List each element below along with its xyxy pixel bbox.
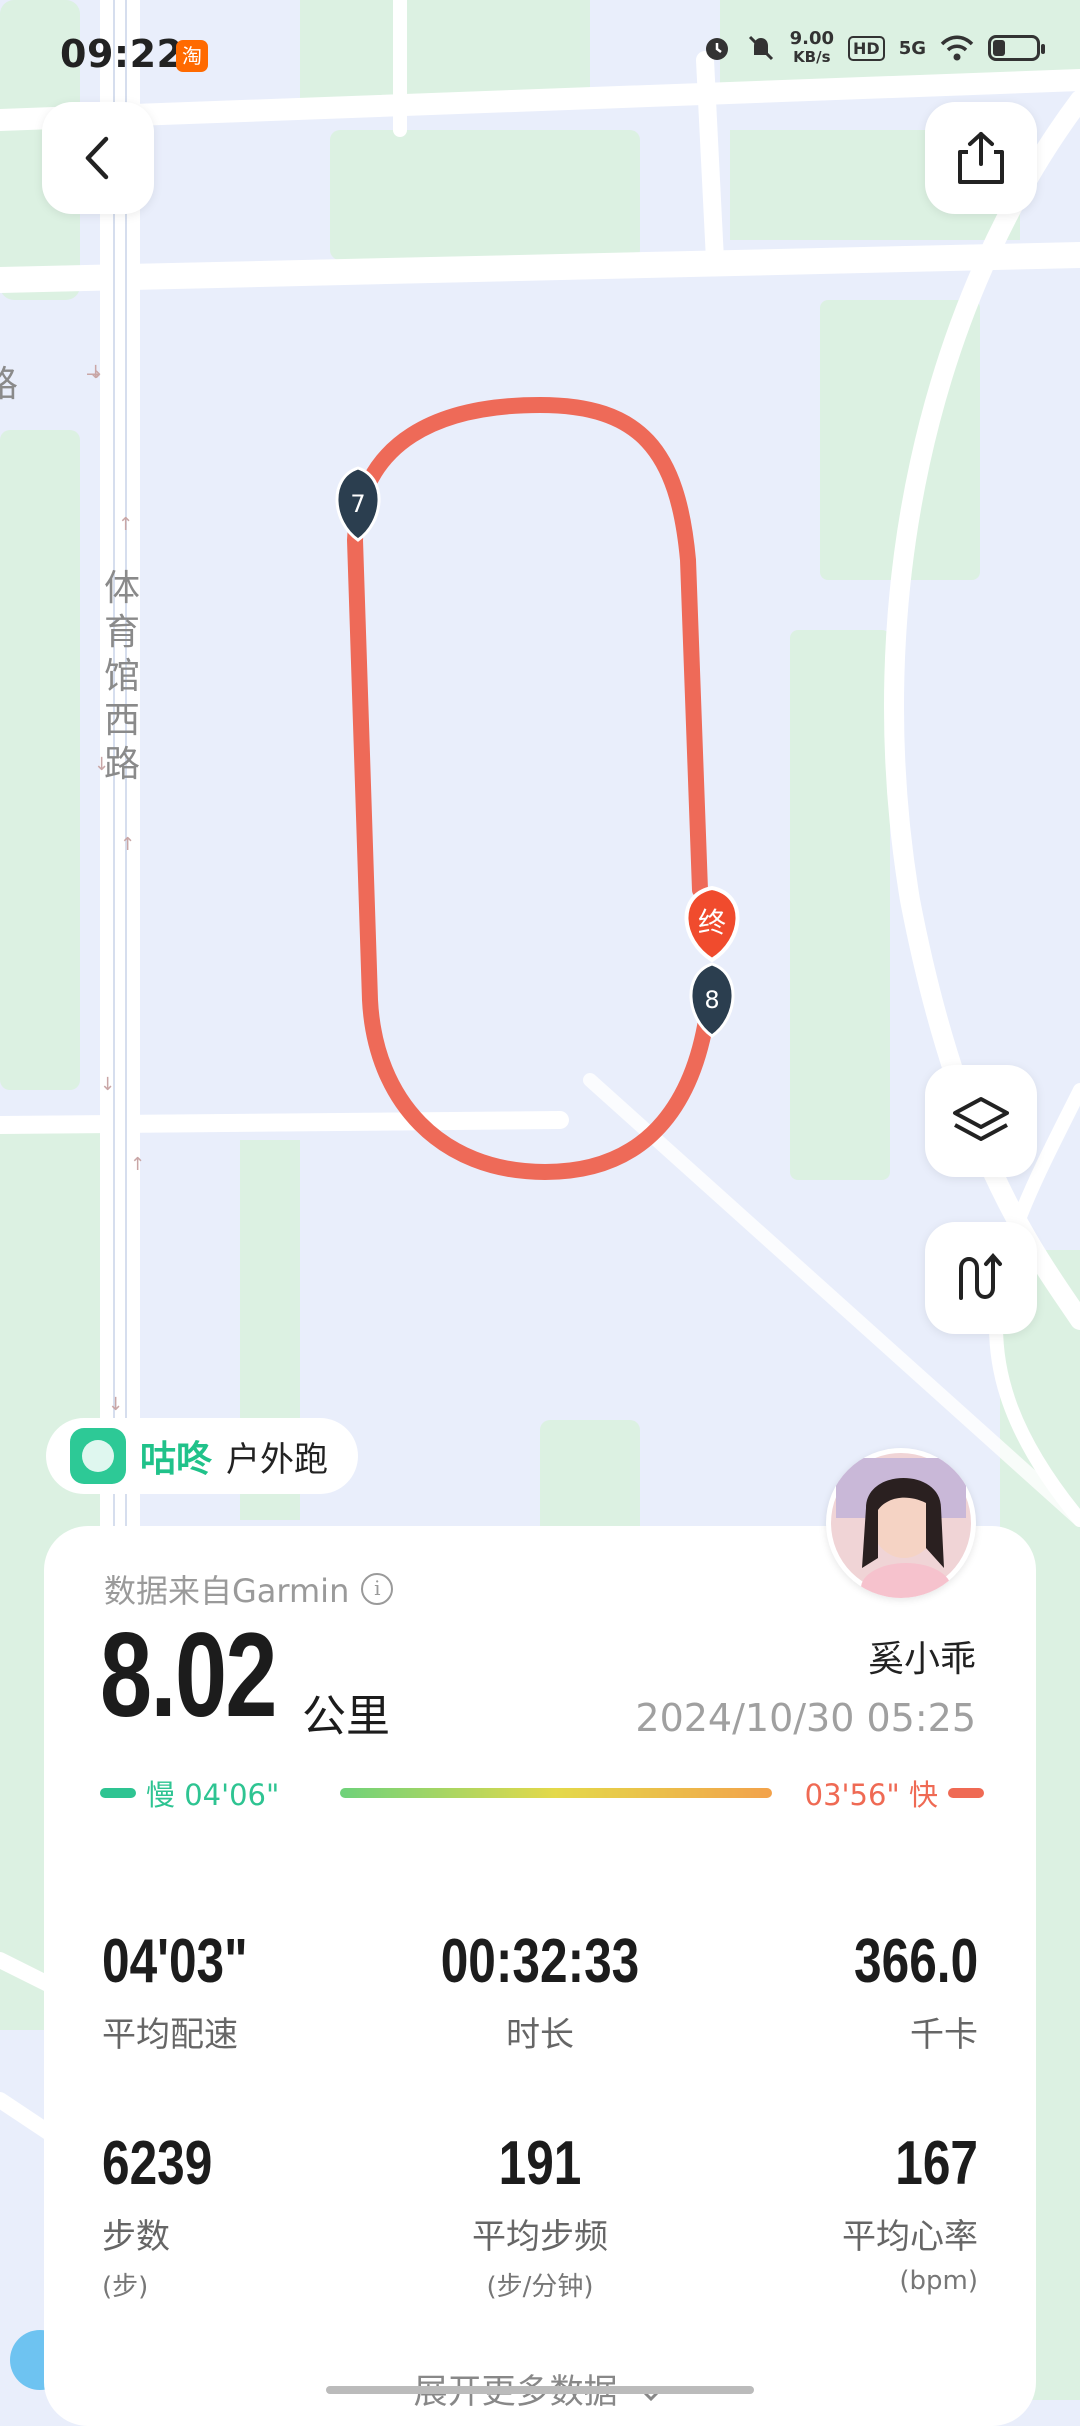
stat-value: 191	[498, 2129, 582, 2198]
layers-icon	[953, 1097, 1009, 1141]
distance-unit: 公里	[302, 1691, 390, 1742]
stat-value: 04'03"	[102, 1927, 248, 1996]
km-marker-label: 7	[350, 490, 365, 518]
taobao-notification-icon: 淘	[176, 40, 208, 72]
stat-value: 00:32:33	[440, 1927, 640, 1996]
distance-value: 8.02	[100, 1608, 277, 1742]
km-marker-label: 8	[704, 986, 719, 1014]
stat-label: 步数	[102, 2217, 170, 2257]
route-toggle-icon	[959, 1252, 1002, 1300]
stat-avg-pace: 04'03" 平均配速	[102, 1926, 284, 2056]
summary-card: 数据来自Garmin i 8.02 公里 奚小乖 2024/10/30 05:2…	[44, 1526, 1036, 2426]
road-label-char: 路	[104, 744, 140, 785]
codoon-logo-icon	[70, 1428, 126, 1484]
stat-label: 平均配速	[102, 2015, 238, 2055]
end-marker-label: 终	[698, 906, 726, 939]
road-label-char: 育	[104, 612, 140, 653]
stat-value: 167	[895, 2129, 978, 2198]
back-button[interactable]	[42, 102, 154, 214]
brand-chip: 咕咚 户外跑	[46, 1418, 359, 1494]
info-icon[interactable]: i	[361, 1573, 394, 1605]
road-label-char: 体	[104, 568, 140, 609]
route-toggle-button[interactable]	[925, 1222, 1037, 1334]
back-arrow-icon	[85, 136, 109, 180]
avatar-photo	[831, 1453, 971, 1598]
share-button[interactable]	[925, 102, 1037, 214]
share-icon	[958, 132, 1004, 184]
stat-label: 平均步频	[472, 2217, 608, 2257]
pace-legend: 慢 04'06" 03'56" 快	[100, 1772, 984, 1812]
avatar[interactable]	[826, 1448, 976, 1598]
svg-text:↓: ↓	[100, 1074, 115, 1095]
stat-label: 平均心率	[842, 2217, 978, 2257]
wifi-icon	[940, 35, 974, 61]
home-indicator[interactable]	[326, 2386, 754, 2394]
battery-icon	[988, 35, 1045, 61]
stat-value: 6239	[102, 2129, 213, 2198]
stat-unit: (步/分钟)	[486, 2272, 594, 2302]
user-name: 奚小乖	[867, 1639, 976, 1680]
activity-type: 户外跑	[226, 1439, 329, 1480]
stat-label: 时长	[506, 2015, 574, 2055]
road-label-char: 西	[104, 700, 140, 741]
network-speed-value: 9.00	[789, 28, 835, 49]
svg-text:→: →	[86, 364, 101, 385]
svg-text:↑: ↑	[118, 514, 133, 535]
stat-heart-rate: 167 平均心率 (bpm)	[842, 2128, 978, 2296]
stat-unit: (步)	[102, 2272, 149, 2302]
svg-text:↑: ↑	[130, 1154, 145, 1175]
slow-dot	[100, 1788, 136, 1798]
network-speed-unit: KB/s	[793, 48, 831, 66]
svg-text:↓: ↓	[108, 1394, 123, 1415]
stat-steps: 6239 步数 (步)	[102, 2128, 240, 2303]
network-type: 5G	[898, 37, 926, 59]
status-bar: 09:22 淘 9.00 KB/s HD 5G	[0, 0, 1080, 110]
status-time: 09:22	[60, 32, 184, 76]
stat-unit: (bpm)	[899, 2266, 978, 2296]
slow-pace-label: 慢 04'06"	[146, 1778, 280, 1812]
svg-text:↑: ↑	[120, 834, 135, 855]
network-speed: 9.00 KB/s	[789, 28, 835, 67]
stat-value: 366.0	[853, 1927, 978, 1996]
fast-pace-label: 03'56" 快	[804, 1778, 938, 1812]
stat-cadence: 191 平均步频 (步/分钟)	[390, 2128, 690, 2303]
road-label-char: 馆	[104, 656, 140, 697]
map-layers-button[interactable]	[925, 1065, 1037, 1177]
stat-duration: 00:32:33 时长	[390, 1926, 690, 2056]
brand-name: 咕咚	[140, 1439, 213, 1480]
edge-road-label: 路	[0, 364, 18, 405]
activity-datetime: 2024/10/30 05:25	[635, 1696, 976, 1740]
stat-label: 千卡	[910, 2015, 978, 2055]
pace-gradient	[340, 1788, 772, 1798]
fast-dot	[948, 1788, 984, 1798]
stat-calories: 366.0 千卡	[823, 1926, 978, 2056]
mute-icon	[748, 35, 773, 61]
alarm-icon	[705, 38, 728, 60]
hd-badge: HD	[848, 35, 885, 61]
